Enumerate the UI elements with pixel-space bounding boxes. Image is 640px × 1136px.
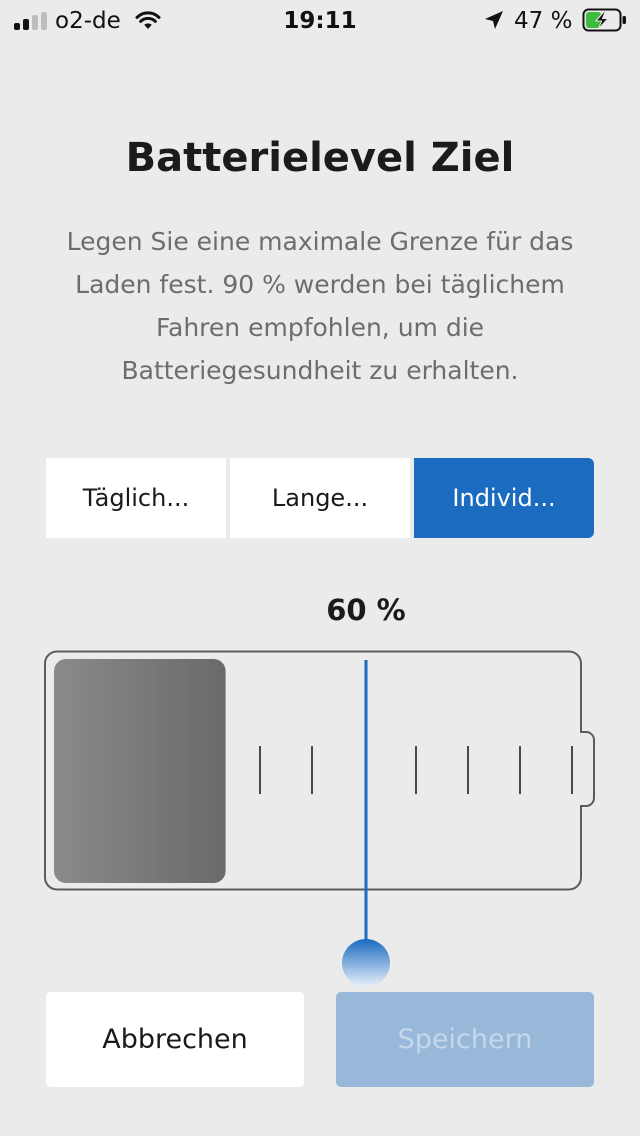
page-title: Batterielevel Ziel bbox=[125, 135, 515, 181]
location-arrow-icon bbox=[485, 11, 503, 29]
current-charge-fill bbox=[54, 659, 226, 883]
save-button[interactable]: Speichern bbox=[336, 992, 594, 1087]
mode-option-daily[interactable]: Täglich... bbox=[46, 458, 226, 538]
charge-mode-selector: Täglich... Lange... Individ... bbox=[46, 458, 594, 538]
page-description: Legen Sie eine maximale Grenze für das L… bbox=[66, 227, 574, 385]
cancel-button[interactable]: Abbrechen bbox=[46, 992, 304, 1087]
mode-option-long-trip[interactable]: Lange... bbox=[230, 458, 410, 538]
charge-target-value: 60 % bbox=[326, 593, 406, 627]
target-slider-handle[interactable] bbox=[342, 939, 390, 987]
battery-level-visual bbox=[44, 650, 595, 894]
battery-charging-icon bbox=[582, 8, 626, 32]
charge-scale-ticks bbox=[259, 746, 573, 794]
battery-percentage: 47 % bbox=[514, 8, 573, 34]
status-bar: o2-de 19:11 47 % bbox=[0, 0, 640, 40]
mode-option-custom[interactable]: Individ... bbox=[414, 458, 594, 538]
